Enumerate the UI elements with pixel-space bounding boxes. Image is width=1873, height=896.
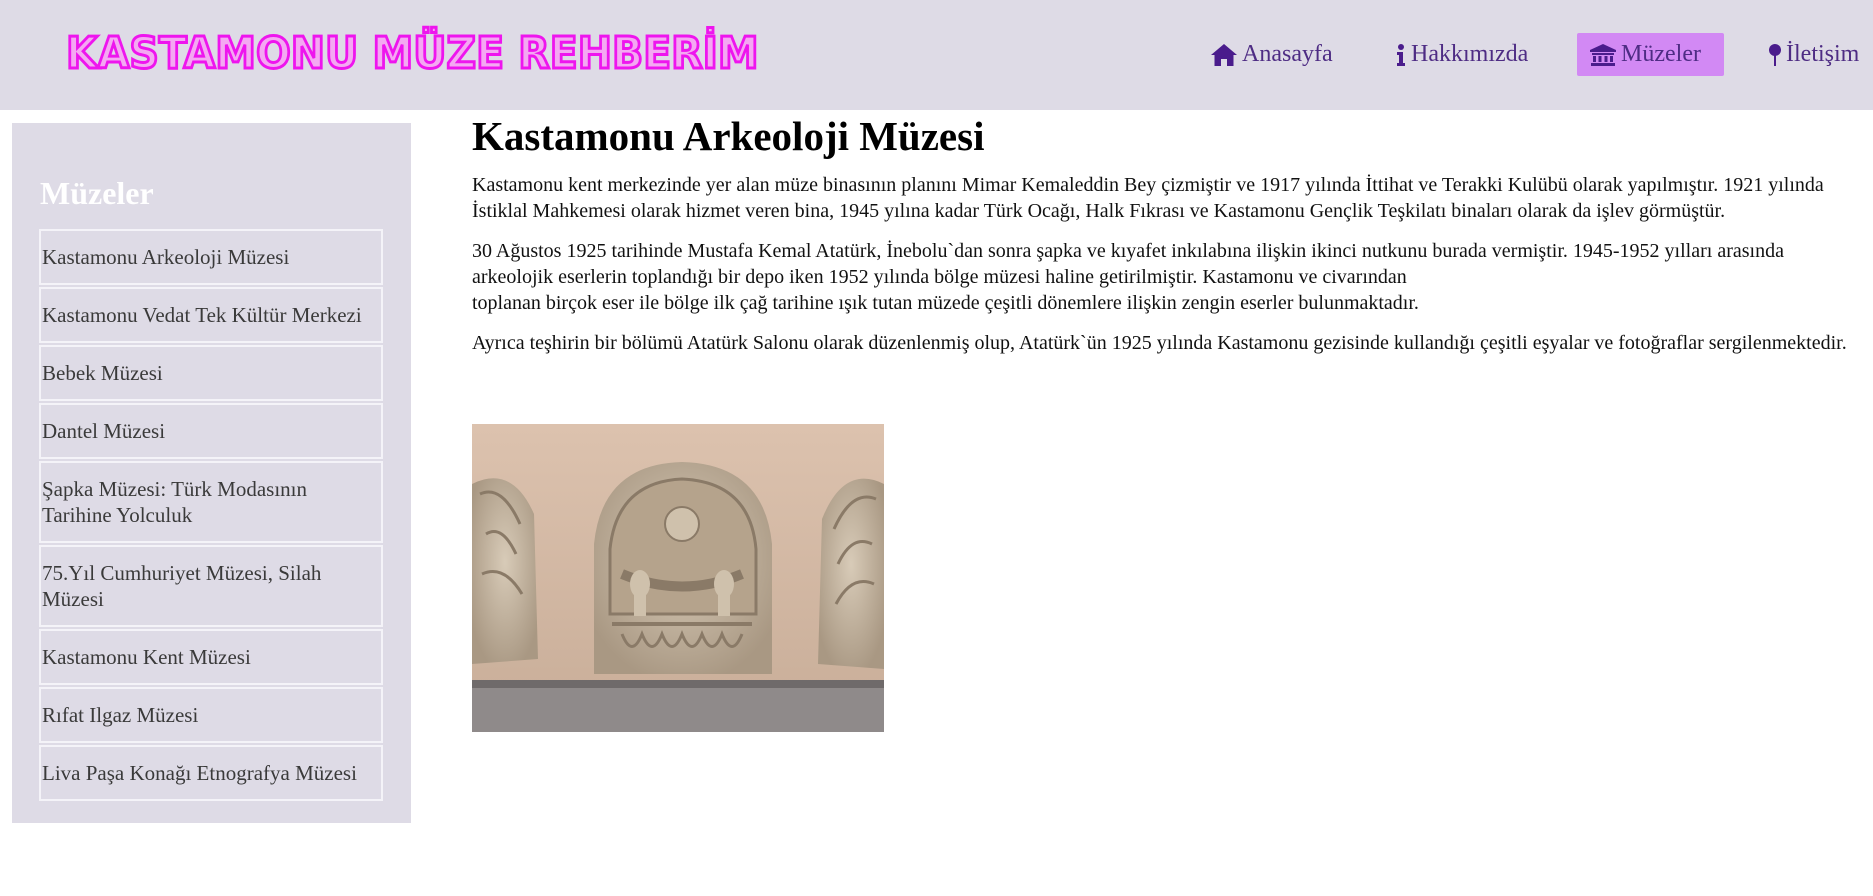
museum-list: Kastamonu Arkeoloji Müzesi Kastamonu Ved… — [39, 227, 383, 801]
sidebar-item-vedat-tek[interactable]: Kastamonu Vedat Tek Kültür Merkezi — [39, 287, 383, 343]
nav-museums-label: Müzeler — [1621, 41, 1701, 67]
sidebar-item-dantel[interactable]: Dantel Müzesi — [39, 403, 383, 459]
map-pin-icon — [1768, 43, 1782, 67]
sidebar-title: Müzeler — [40, 175, 154, 211]
site-header: KASTAMONU MÜZE REHBERİM Anasayfa Hakkımı… — [0, 0, 1873, 110]
museum-icon — [1589, 43, 1617, 67]
sidebar-item-arkeoloji[interactable]: Kastamonu Arkeoloji Müzesi — [39, 229, 383, 285]
paragraph-ataturk-part-1: 30 Ağustos 1925 tarihinde Mustafa Kemal … — [472, 240, 1784, 288]
sidebar-item-liva-pasa[interactable]: Liva Paşa Konağı Etnografya Müzesi — [39, 745, 383, 801]
page-title: Kastamonu Arkeoloji Müzesi — [472, 113, 985, 159]
nav-contact[interactable]: İletişim — [1756, 33, 1871, 76]
paragraph-ataturk-part-2: toplanan birçok eser ile bölge ilk çağ t… — [472, 292, 1419, 314]
sidebar-item-bebek[interactable]: Bebek Müzesi — [39, 345, 383, 401]
museum-artifact-photo — [472, 424, 884, 732]
sidebar-item-kent[interactable]: Kastamonu Kent Müzesi — [39, 629, 383, 685]
sidebar-item-sapka[interactable]: Şapka Müzesi: Türk Modasının Tarihine Yo… — [39, 461, 383, 543]
home-icon — [1210, 43, 1238, 67]
info-icon — [1395, 43, 1407, 67]
site-logo[interactable]: KASTAMONU MÜZE REHBERİM — [65, 26, 760, 82]
nav-contact-label: İletişim — [1786, 41, 1860, 67]
paragraph-ataturk: 30 Ağustos 1925 tarihinde Mustafa Kemal … — [472, 238, 1852, 316]
nav-about[interactable]: Hakkımızda — [1383, 33, 1540, 76]
nav-home-label: Anasayfa — [1242, 41, 1333, 67]
paragraph-salon: Ayrıca teşhirin bir bölümü Atatürk Salon… — [472, 332, 1847, 354]
nav-museums[interactable]: Müzeler — [1577, 33, 1724, 76]
museums-sidebar: Müzeler Kastamonu Arkeoloji Müzesi Kasta… — [12, 123, 411, 823]
nav-about-label: Hakkımızda — [1411, 41, 1529, 67]
sidebar-item-cumhuriyet[interactable]: 75.Yıl Cumhuriyet Müzesi, Silah Müzesi — [39, 545, 383, 627]
sidebar-item-rifat-ilgaz[interactable]: Rıfat Ilgaz Müzesi — [39, 687, 383, 743]
nav-home[interactable]: Anasayfa — [1198, 33, 1345, 76]
paragraph-history: Kastamonu kent merkezinde yer alan müze … — [472, 174, 1824, 222]
main-content: Kastamonu Arkeoloji Müzesi Kastamonu ken… — [472, 108, 1852, 370]
